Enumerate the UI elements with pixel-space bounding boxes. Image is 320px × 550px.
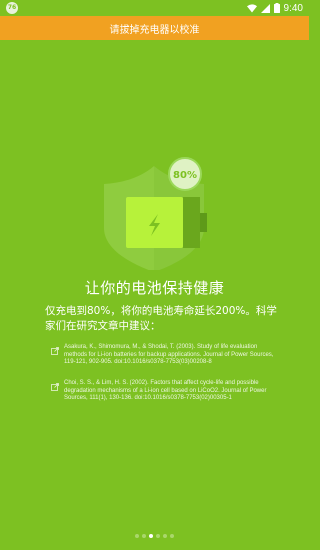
page-indicator [0,534,309,538]
percent-label: 80% [173,170,197,181]
external-link-icon [51,347,59,355]
status-bar: 76 9:40 [0,0,309,16]
wifi-icon [246,3,257,12]
page-dot[interactable] [170,534,174,538]
page-dot[interactable] [142,534,146,538]
headline: 让你的电池保持健康 [84,279,225,297]
battery-status-icon [273,3,280,13]
signal-icon [260,3,270,13]
page-dot[interactable] [149,534,153,538]
unplug-charger-banner[interactable]: 请拔掉充电器以校准 [0,16,309,40]
battery-icon-body [126,197,183,248]
description: 仅充电到80%，将你的电池寿命延长200%。科学家们在研究文章中建议： [45,305,277,332]
page-dot[interactable] [156,534,160,538]
reference-item-2[interactable]: Choi, S. S., & Lim, H. S. (2002). Factor… [51,380,279,403]
notification-badge-icon: 76 [6,2,18,14]
battery-shield-illustration: 80% [104,157,207,270]
reference-text-2: Choi, S. S., & Lim, H. S. (2002). Factor… [64,380,267,402]
page-dot[interactable] [135,534,139,538]
page-dot[interactable] [163,534,167,538]
reference-item-1[interactable]: Asakura, K., Shimomura, M., & Shodai, T.… [51,344,279,367]
status-time: 9:40 [283,2,303,14]
battery-icon-terminal [200,213,207,232]
battery-icon-empty [183,197,200,248]
external-link-icon [51,383,59,391]
status-right: 9:40 [246,1,303,15]
reference-text-1: Asakura, K., Shimomura, M., & Shodai, T.… [64,344,274,366]
